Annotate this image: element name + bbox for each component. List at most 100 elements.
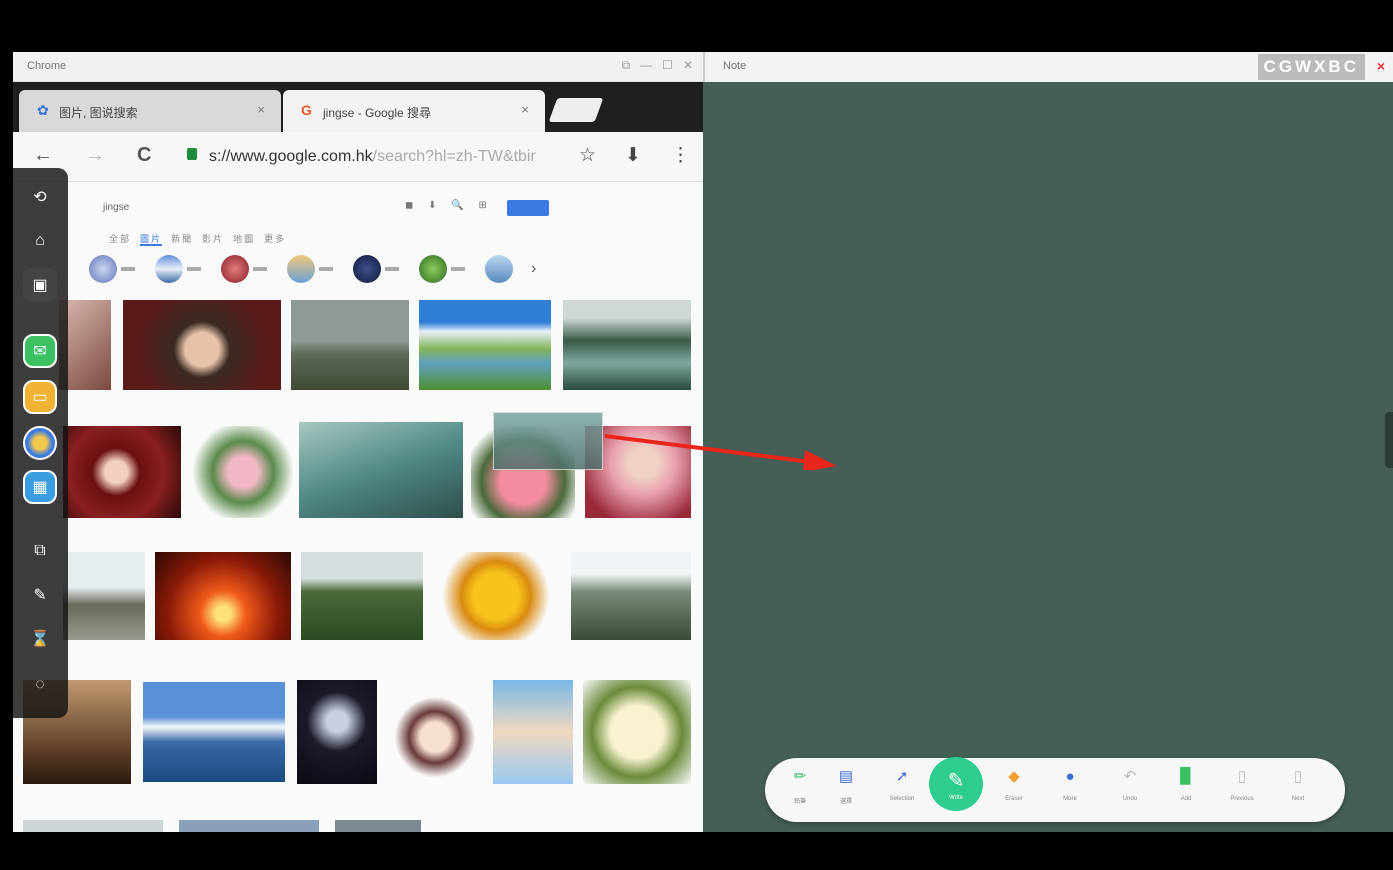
image-result[interactable] [563,300,691,390]
image-result[interactable] [335,820,421,832]
tab-google-search[interactable]: G jingse - Google 搜尋 × [283,90,545,132]
hourglass-icon[interactable]: ⌛ [23,622,57,656]
add-page-button[interactable]: ▉ Add [1161,766,1211,802]
undo-icon: ↶ [1123,768,1137,785]
google-favicon-icon: G [301,102,312,118]
image-result[interactable] [299,422,463,518]
image-result[interactable] [571,552,691,640]
messages-app-icon[interactable]: ✉ [23,334,57,368]
chevron-right-icon[interactable]: › [531,260,536,278]
tab-strip: ✿ 图片, 图说搜索 × G jingse - Google 搜尋 × [13,82,703,132]
image-result[interactable] [123,300,281,390]
pen-icon[interactable]: ✎ [23,578,57,612]
minimize-icon[interactable]: — [640,58,652,73]
write-tool[interactable]: ✎ Write [929,757,983,811]
undo-button[interactable]: ↶ Undo [1105,766,1155,802]
image-result[interactable] [155,552,291,640]
new-tab-button[interactable] [548,98,604,122]
image-result[interactable] [143,682,285,782]
prev-page-button[interactable]: ▯ Previous [1217,766,1267,802]
download-icon[interactable]: ⬇ [625,144,641,167]
note-titlebar[interactable]: Note CGWXBC × [703,52,1393,82]
related-chip[interactable] [155,254,211,284]
image-result[interactable] [583,680,691,784]
result-tab[interactable]: 影片 [202,234,224,244]
chrome-window-title: Chrome [27,60,67,72]
image-result[interactable] [297,680,377,784]
result-tab-selected[interactable]: 圖片 [140,234,163,246]
whiteboard-icon[interactable]: ⧉ [23,534,57,568]
chrome-titlebar[interactable]: Chrome ⧉ — ☐ ✕ [13,52,703,82]
result-tab[interactable]: 新聞 [171,234,193,244]
image-result[interactable] [389,680,481,784]
sign-in-button[interactable] [507,200,549,216]
favicon-icon: ✿ [37,102,49,118]
image-result[interactable] [291,300,409,390]
image-result[interactable] [63,426,181,518]
pencil-tool[interactable]: ✏ 鉛筆 [775,766,825,805]
menu-icon[interactable]: ⋮ [671,144,690,167]
result-tab[interactable]: 地圖 [233,234,255,244]
tab-images-search[interactable]: ✿ 图片, 图说搜索 × [19,90,281,132]
split-icon[interactable]: ⧉ [622,58,631,73]
more-tool[interactable]: ● More [1045,766,1095,802]
note-toolbar: ✏ 鉛筆 ▤ 選擇 ➚ Selection ✎ Write ◆ Eraser ●… [765,757,1345,822]
side-panel-handle[interactable] [1385,412,1393,468]
image-result[interactable] [23,820,163,832]
related-chip[interactable] [419,254,475,284]
tab-close-icon[interactable]: × [257,102,265,117]
window-icon[interactable]: ▣ [23,268,57,302]
star-icon[interactable]: ☆ [579,144,596,167]
related-chip[interactable] [89,254,145,284]
result-tab[interactable]: 更多 [264,234,286,244]
next-page-icon: ▯ [1293,768,1303,785]
window-controls: ⧉ — ☐ ✕ [622,58,693,73]
image-result[interactable] [63,552,145,640]
dragged-image-ghost[interactable] [493,412,603,470]
note-window-title: Note [723,60,747,72]
image-result[interactable] [301,552,423,640]
google-images-page: jingse ◼ ⬇ 🔍 ⊞ 全部 圖片 新聞 影片 地圖 更多 › [13,182,703,832]
tab-close-icon[interactable]: × [521,102,529,117]
forward-icon[interactable]: → [85,144,105,167]
home-icon[interactable]: ⌂ [23,224,57,258]
result-tab[interactable]: 全部 [109,234,131,244]
related-chip[interactable] [353,254,409,284]
files-app-icon[interactable]: ▭ [23,380,57,414]
image-result[interactable] [179,820,319,832]
result-tabs: 全部 圖片 新聞 影片 地圖 更多 [109,232,286,246]
image-result[interactable] [433,552,559,640]
back-icon[interactable]: ⟲ [23,180,57,214]
image-result[interactable] [193,426,293,518]
related-search-chips: › [89,254,536,284]
next-page-button[interactable]: ▯ Next [1273,766,1323,802]
add-page-icon: ▉ [1180,768,1192,785]
selection-tool[interactable]: ➚ Selection [877,766,927,802]
address-bar[interactable]: s://www.google.com.hk/search?hl=zh-TW&tb… [181,142,571,172]
close-icon[interactable]: ✕ [683,58,693,73]
image-result[interactable] [493,680,573,784]
eraser-tool[interactable]: ◆ Eraser [989,766,1039,802]
browser-app-icon[interactable] [23,426,57,460]
settings-icon[interactable]: ◌ [23,668,57,702]
apps-grid-icon[interactable]: ▦ [23,470,57,504]
back-icon[interactable]: ← [33,144,53,167]
url-text: s://www.google.com.hk/search?hl=zh-TW&tb… [209,148,536,165]
drag-arrow-icon [605,434,837,470]
maximize-icon[interactable]: ☐ [662,58,673,73]
reload-icon[interactable]: C [137,144,151,167]
lock-icon [187,148,197,160]
pen-active-icon: ✎ [947,769,965,792]
keyboard-overlay: CGWXBC [1257,54,1365,80]
image-result[interactable] [419,300,551,390]
tab-label: 图片, 图说搜索 [59,106,138,120]
related-chip[interactable] [485,254,521,284]
related-chip[interactable] [287,254,343,284]
search-query[interactable]: jingse [103,202,129,213]
close-icon[interactable]: × [1377,58,1385,74]
select-tool[interactable]: ▤ 選擇 [821,766,871,805]
more-icon: ● [1065,768,1075,785]
prev-page-icon: ▯ [1237,768,1247,785]
related-chip[interactable] [221,254,277,284]
image-caption [291,394,409,408]
